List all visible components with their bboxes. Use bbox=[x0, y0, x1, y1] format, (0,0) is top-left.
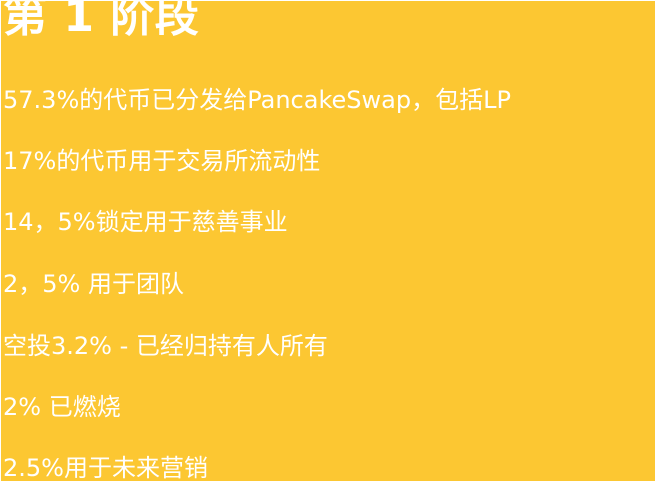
allocation-item-burned: 2% 已燃烧 bbox=[3, 393, 121, 421]
allocation-item-airdrop: 空投3.2% - 已经归持有人所有 bbox=[3, 332, 328, 360]
allocation-item-exchange-liquidity: 17%的代币用于交易所流动性 bbox=[3, 147, 321, 175]
allocation-item-pancakeswap: 57.3%的代币已分发给PancakeSwap，包括LP bbox=[3, 86, 511, 114]
allocation-item-charity: 14，5%锁定用于慈善事业 bbox=[3, 208, 288, 236]
phase-title: 第 1 阶段 bbox=[3, 1, 200, 42]
tokenomics-panel: 第 1 阶段 57.3%的代币已分发给PancakeSwap，包括LP 17%的… bbox=[1, 1, 655, 481]
allocation-item-marketing: 2.5%用于未来营销 bbox=[3, 454, 208, 481]
allocation-item-team: 2，5% 用于团队 bbox=[3, 270, 184, 298]
